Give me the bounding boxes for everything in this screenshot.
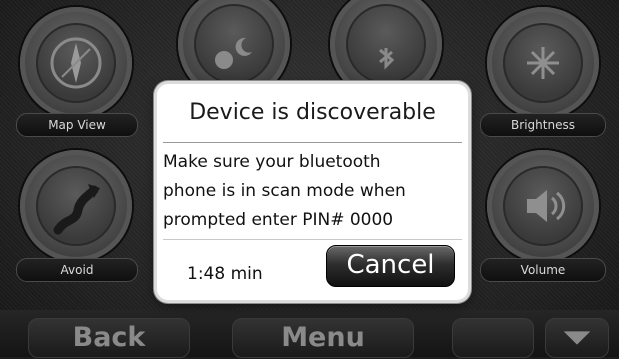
dialog-message-line: prompted enter PIN# 0000 <box>163 210 394 230</box>
dialog-footer-divider <box>163 239 462 240</box>
countdown-timer: 1:48 min <box>187 264 263 284</box>
dialog-title: Device is discoverable <box>189 100 436 125</box>
compass-icon <box>50 37 102 89</box>
brightness-icon <box>527 47 559 79</box>
volume-icon <box>527 190 566 222</box>
brightness-label: Brightness <box>480 113 606 137</box>
menu-button[interactable]: Menu <box>232 318 414 358</box>
bluetooth-discoverable-dialog: Device is discoverable Make sure your bl… <box>157 84 468 300</box>
dialog-message: Make sure your bluetooth phone is in sca… <box>163 148 463 235</box>
bluetooth-icon <box>379 48 395 70</box>
avoid-route-icon <box>53 184 100 235</box>
triangle-down-icon <box>563 331 591 345</box>
dialog-message-line: phone is in scan mode when <box>163 181 406 201</box>
back-button[interactable]: Back <box>28 318 190 358</box>
brightness-tile[interactable] <box>487 7 599 119</box>
map-view-label: Map View <box>16 113 138 137</box>
avoid-tile[interactable] <box>20 150 132 262</box>
bottom-bar: Back Menu <box>0 310 619 358</box>
dialog-message-line: Make sure your bluetooth <box>163 152 381 172</box>
cancel-button[interactable]: Cancel <box>326 245 455 287</box>
volume-tile[interactable] <box>487 150 599 262</box>
volume-label: Volume <box>480 258 606 282</box>
day-night-icon <box>215 37 252 69</box>
more-button[interactable] <box>545 318 609 358</box>
menu-screen: Map View Brightness Avoid Volume Back Me… <box>0 0 619 358</box>
avoid-label: Avoid <box>16 258 138 282</box>
dialog-divider <box>163 142 462 143</box>
map-view-tile[interactable] <box>20 7 132 119</box>
bottom-spacer-button[interactable] <box>452 318 534 358</box>
